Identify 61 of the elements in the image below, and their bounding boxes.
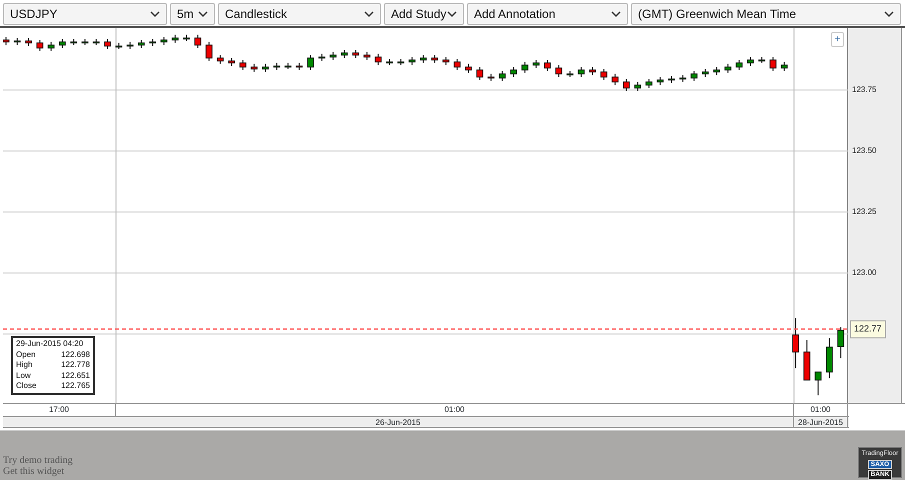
candlestick [634, 81, 642, 92]
candlestick [690, 70, 698, 82]
candlestick [476, 66, 484, 80]
candlestick [780, 61, 788, 72]
chevron-icon [447, 10, 457, 18]
chevron-icon [611, 10, 621, 18]
candlestick [510, 66, 517, 78]
candlestick [239, 59, 246, 70]
chevron-icon [364, 10, 374, 18]
tooltip-label: High [16, 360, 32, 370]
candlestick [646, 78, 652, 89]
dropdown[interactable]: Add Annotation [467, 3, 628, 25]
candlestick [837, 326, 844, 359]
tooltip-value: 122.765 [61, 381, 90, 392]
candlestick [747, 56, 754, 67]
candlestick [521, 61, 528, 74]
chevron-icon [884, 10, 894, 18]
candlestick [454, 58, 461, 70]
dropdown[interactable]: 5m [170, 3, 215, 25]
date-label: 28-Jun-2015 [794, 417, 848, 427]
tooltip-label: Close [16, 381, 36, 392]
tooltip-date: 29-Jun-2015 04:20 [16, 339, 84, 350]
candlestick [578, 66, 585, 78]
candlestick [48, 41, 55, 52]
tooltip-label: Open [16, 350, 36, 360]
candlestick [724, 63, 732, 74]
tooltip-value: 122.651 [61, 370, 90, 381]
price-label: 123.75 [852, 84, 876, 96]
candlestick [814, 372, 822, 396]
candlestick [770, 56, 776, 72]
zoom-button[interactable]: + [831, 32, 844, 47]
candlestick [104, 38, 111, 50]
candlestick [622, 78, 630, 92]
tooltip-label: Low [16, 370, 31, 381]
candlestick [59, 38, 66, 49]
tooltip-value: 122.698 [61, 350, 90, 360]
candlestick [194, 34, 202, 49]
dropdown[interactable]: Candlestick [218, 3, 381, 25]
candlestick [307, 54, 314, 70]
candlestick [374, 53, 382, 66]
price-label: 123.25 [852, 206, 876, 218]
candlestick [736, 59, 743, 70]
candlestick [465, 63, 472, 74]
candlestick [36, 39, 44, 52]
date-label: 26-Jun-2015 [3, 417, 794, 427]
candlestick [555, 64, 562, 78]
current-price-label: 122.77 [850, 320, 886, 338]
chevron-icon [198, 10, 208, 18]
candlestick [206, 41, 212, 62]
candlestick [600, 68, 608, 80]
dropdown[interactable]: (GMT) Greenwich Mean Time [631, 3, 901, 25]
dropdown[interactable]: Add Study [384, 3, 464, 25]
candlestick [792, 318, 799, 369]
tooltip-value: 122.778 [61, 360, 90, 370]
dropdown[interactable]: USDJPY [3, 3, 167, 25]
candlestick [612, 73, 619, 86]
chevron-icon [150, 10, 160, 18]
price-label: 123.00 [852, 266, 876, 279]
price-label: 123.50 [852, 144, 876, 157]
candlestick [498, 70, 506, 82]
candlestick [544, 59, 551, 72]
